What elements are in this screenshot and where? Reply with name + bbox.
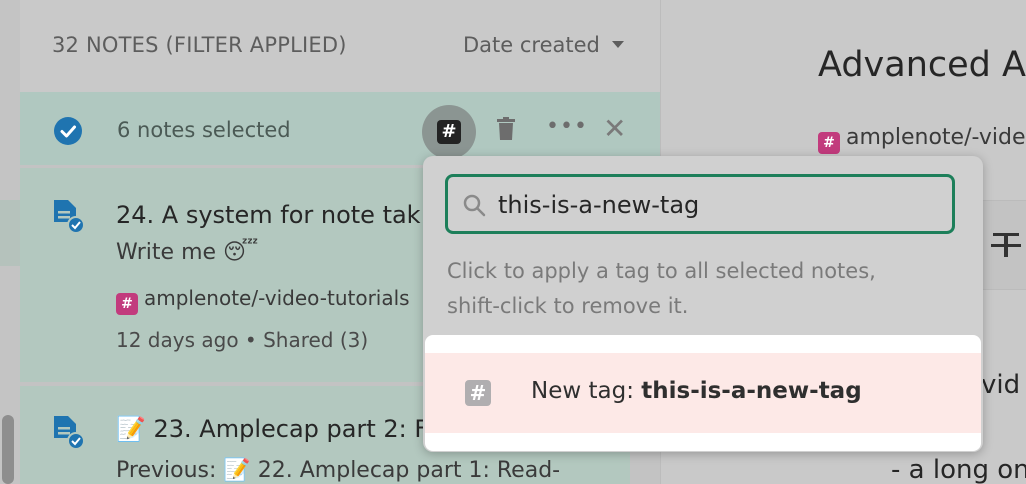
new-tag-name: this-is-a-new-tag <box>641 378 862 404</box>
sort-label: Date created <box>463 33 600 57</box>
list-header: 32 NOTES (FILTER APPLIED) Date created <box>20 0 660 92</box>
note-meta: 12 days ago • Shared (3) <box>116 328 369 352</box>
note-preview: Previous: 📝 22. Amplecap part 1: Read- <box>116 458 561 483</box>
left-strip-highlight <box>0 200 20 266</box>
note-tag-label: amplenote/-video-tutorials <box>144 286 410 310</box>
tag-icon: # <box>116 293 138 315</box>
editor-text: - a long on <box>891 455 1026 484</box>
tag-button[interactable]: # <box>422 105 476 159</box>
strikethrough-icon[interactable] <box>991 229 1021 259</box>
editor-title[interactable]: Advanced A <box>818 45 1026 85</box>
tag-hint-line: Click to apply a tag to all selected not… <box>447 259 876 283</box>
note-preview: Write me 😴 <box>116 240 259 265</box>
selection-bar: 6 notes selected # ••• ✕ <box>20 92 660 165</box>
tag-search-field[interactable] <box>445 174 955 234</box>
note-title: 📝 23. Amplecap part 2: F <box>116 415 429 443</box>
left-strip <box>0 0 20 484</box>
editor-tag[interactable]: # amplenote/-vide <box>818 125 1025 154</box>
chevron-down-icon <box>611 41 624 48</box>
selected-count: 6 notes selected <box>117 118 291 142</box>
note-title: 24. A system for note tak <box>116 201 421 229</box>
hash-icon: # <box>437 120 461 144</box>
editor-tag-label: amplenote/-vide <box>846 125 1026 150</box>
note-tag[interactable]: # amplenote/-video-tutorials <box>116 286 410 315</box>
tag-result-list: # New tag: this-is-a-new-tag <box>425 335 981 451</box>
new-tag-prefix: New tag: <box>531 378 642 404</box>
more-icon[interactable]: ••• <box>546 114 588 139</box>
notes-count-label: 32 NOTES (FILTER APPLIED) <box>52 33 347 57</box>
trash-icon[interactable] <box>496 117 516 141</box>
tag-icon: # <box>818 132 840 154</box>
close-icon[interactable]: ✕ <box>603 112 626 145</box>
search-icon <box>463 194 486 217</box>
tag-hint: Click to apply a tag to all selected not… <box>447 254 967 324</box>
scrollbar[interactable] <box>2 415 14 484</box>
tag-popup: Click to apply a tag to all selected not… <box>423 156 983 452</box>
tag-search-input[interactable] <box>498 185 938 225</box>
tag-hint-line: shift-click to remove it. <box>447 294 689 318</box>
new-tag-label: New tag: this-is-a-new-tag <box>531 378 862 404</box>
note-doc-icon <box>54 200 84 234</box>
new-tag-option[interactable]: # New tag: this-is-a-new-tag <box>425 353 981 433</box>
note-doc-icon <box>54 416 84 450</box>
hash-icon: # <box>465 380 491 406</box>
sort-dropdown[interactable]: Date created <box>463 33 624 57</box>
check-icon[interactable] <box>54 117 82 145</box>
editor-text: vid <box>981 370 1021 400</box>
